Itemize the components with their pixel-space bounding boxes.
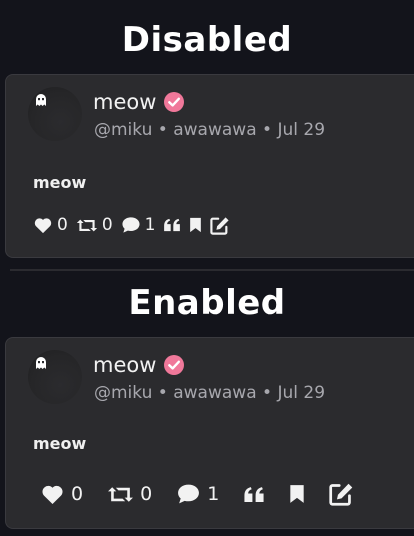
- reply-button[interactable]: 1: [121, 215, 156, 235]
- repost-button[interactable]: 0: [107, 483, 152, 505]
- post-card-enabled: meow @miku • awawawa • Jul 29 meow 0 0 1: [5, 337, 414, 529]
- meta-separator: •: [262, 383, 273, 403]
- post-body: meow: [33, 173, 87, 192]
- quote-button[interactable]: [243, 486, 265, 503]
- post-display-name[interactable]: meow: [93, 90, 156, 114]
- ghost-icon: [36, 357, 46, 369]
- meta-separator: •: [157, 383, 168, 403]
- avatar[interactable]: [28, 350, 82, 404]
- verified-badge-icon: [164, 355, 184, 375]
- post-meta: @miku • awawawa • Jul 29: [94, 383, 325, 403]
- edit-button[interactable]: [210, 216, 230, 235]
- reply-count: 1: [144, 215, 156, 235]
- quote-icon: [244, 486, 264, 502]
- post-date[interactable]: Jul 29: [277, 383, 325, 403]
- post-handle[interactable]: @miku: [94, 383, 152, 403]
- comment-icon: [178, 484, 200, 504]
- like-button[interactable]: 0: [33, 215, 68, 235]
- bookmark-button[interactable]: [189, 217, 202, 233]
- like-count: 0: [71, 483, 84, 505]
- repost-button[interactable]: 0: [76, 215, 113, 235]
- post-actions: 0 0 1: [33, 215, 238, 235]
- repost-icon: [76, 219, 97, 231]
- post-instance[interactable]: awawawa: [173, 120, 256, 140]
- repost-count: 0: [140, 483, 153, 505]
- bookmark-icon: [290, 485, 304, 503]
- edit-button[interactable]: [329, 482, 354, 506]
- post-card-disabled: meow @miku • awawawa • Jul 29 meow 0 0 1: [5, 74, 414, 258]
- like-button[interactable]: 0: [40, 483, 83, 505]
- heart-icon: [34, 218, 52, 234]
- edit-icon: [210, 216, 230, 235]
- avatar[interactable]: [28, 87, 82, 141]
- section-heading-disabled: Disabled: [121, 20, 293, 60]
- comment-icon: [122, 217, 140, 233]
- reply-button[interactable]: 1: [176, 483, 219, 505]
- like-count: 0: [57, 215, 68, 235]
- post-handle[interactable]: @miku: [94, 120, 152, 140]
- edit-icon: [329, 483, 353, 506]
- bookmark-button[interactable]: [289, 484, 305, 504]
- verified-badge-icon: [164, 92, 184, 112]
- heart-icon: [42, 485, 63, 504]
- post-actions: 0 0 1: [40, 482, 378, 506]
- ghost-icon: [36, 94, 46, 106]
- quote-icon: [164, 218, 181, 232]
- bookmark-icon: [190, 217, 202, 233]
- post-meta: @miku • awawawa • Jul 29: [94, 120, 325, 140]
- section-divider: [10, 269, 414, 271]
- post-date[interactable]: Jul 29: [277, 120, 325, 140]
- meta-separator: •: [157, 120, 168, 140]
- post-instance[interactable]: awawawa: [173, 383, 256, 403]
- quote-button[interactable]: [163, 218, 181, 232]
- post-body: meow: [33, 434, 87, 453]
- reply-count: 1: [207, 483, 220, 505]
- post-display-name[interactable]: meow: [93, 353, 156, 377]
- section-heading-enabled: Enabled: [128, 283, 286, 323]
- repost-count: 0: [101, 215, 113, 235]
- repost-icon: [108, 486, 134, 502]
- meta-separator: •: [262, 120, 273, 140]
